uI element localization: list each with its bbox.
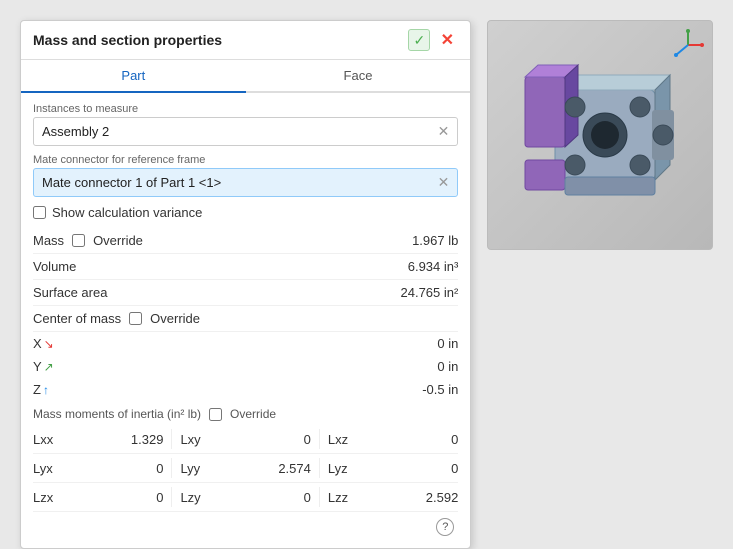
- lxz-cell: Lxz 0: [328, 432, 458, 447]
- mass-override-checkbox[interactable]: [72, 234, 85, 247]
- center-of-mass-override-label: Override: [150, 311, 200, 326]
- lxz-value: 0: [418, 432, 458, 447]
- instances-clear-icon[interactable]: ✕: [438, 123, 450, 140]
- mass-override-label: Override: [93, 233, 143, 248]
- x-row: X ↘ 0 in: [33, 332, 458, 355]
- tab-bar: Part Face: [21, 60, 470, 93]
- lxy-cell: Lxy 0: [180, 432, 310, 447]
- lyx-value: 0: [123, 461, 163, 476]
- surface-area-label: Surface area: [33, 285, 107, 300]
- volume-left: Volume: [33, 259, 153, 274]
- instances-label: Instances to measure: [33, 103, 458, 115]
- panel-title: Mass and section properties: [33, 32, 222, 48]
- inertia-lzx-row: Lzx 0 Lzy 0 Lzz 2.592: [33, 483, 458, 512]
- mass-label: Mass: [33, 233, 64, 248]
- lyy-label: Lyy: [180, 461, 208, 476]
- z-value: -0.5 in: [422, 382, 458, 397]
- lxy-value: 0: [271, 432, 311, 447]
- lzz-cell: Lzz 2.592: [328, 490, 458, 505]
- y-arrow-icon: ↗: [44, 360, 54, 374]
- x-label: X: [33, 336, 42, 351]
- center-of-mass-override-checkbox[interactable]: [129, 312, 142, 325]
- lxx-cell: Lxx 1.329: [33, 432, 163, 447]
- mass-left: Mass Override: [33, 233, 153, 248]
- surface-area-value: 24.765 in²: [401, 285, 459, 300]
- y-value: 0 in: [437, 359, 458, 374]
- inertia-override-checkbox[interactable]: [209, 408, 222, 421]
- center-of-mass-header-row: Center of mass Override: [33, 306, 458, 332]
- part-svg: [500, 35, 700, 235]
- lzy-value: 0: [271, 490, 311, 505]
- lxx-label: Lxx: [33, 432, 61, 447]
- lzx-value: 0: [123, 490, 163, 505]
- lyz-cell: Lyz 0: [328, 461, 458, 476]
- panel-content: Instances to measure Assembly 2 ✕ Mate c…: [21, 93, 470, 548]
- volume-row: Volume 6.934 in³: [33, 254, 458, 280]
- inertia-label: Mass moments of inertia (in² lb): [33, 407, 201, 421]
- z-label: Z: [33, 382, 41, 397]
- x-arrow-icon: ↘: [44, 337, 54, 351]
- lyy-value: 2.574: [271, 461, 311, 476]
- mate-connector-value: Mate connector 1 of Part 1 <1>: [42, 175, 221, 190]
- lzx-label: Lzx: [33, 490, 61, 505]
- volume-label: Volume: [33, 259, 76, 274]
- y-label: Y: [33, 359, 42, 374]
- inertia-lyx-row: Lyx 0 Lyy 2.574 Lyz 0: [33, 454, 458, 483]
- inertia-lxx-row: Lxx 1.329 Lxy 0 Lxz 0: [33, 425, 458, 454]
- x-label-group: X ↘: [33, 336, 63, 351]
- footer: ?: [33, 512, 458, 538]
- x-value: 0 in: [437, 336, 458, 351]
- mate-connector-field: Mate connector for reference frame Mate …: [33, 154, 458, 197]
- mate-connector-label: Mate connector for reference frame: [33, 154, 458, 166]
- mate-connector-value-box[interactable]: Mate connector 1 of Part 1 <1> ✕: [33, 168, 458, 197]
- mate-connector-clear-icon[interactable]: ✕: [438, 174, 450, 191]
- lzz-value: 2.592: [418, 490, 458, 505]
- z-arrow-icon: ↑: [43, 383, 49, 397]
- lyz-label: Lyz: [328, 461, 356, 476]
- y-label-group: Y ↗: [33, 359, 63, 374]
- mass-value: 1.967 lb: [412, 233, 458, 248]
- lxy-label: Lxy: [180, 432, 208, 447]
- axis-indicator: [672, 29, 702, 59]
- tab-face[interactable]: Face: [246, 60, 471, 91]
- center-of-mass-label: Center of mass: [33, 311, 121, 326]
- volume-value: 6.934 in³: [408, 259, 459, 274]
- inertia-header: Mass moments of inertia (in² lb) Overrid…: [33, 401, 458, 425]
- lxx-value: 1.329: [123, 432, 163, 447]
- lyy-cell: Lyy 2.574: [180, 461, 310, 476]
- y-row: Y ↗ 0 in: [33, 355, 458, 378]
- variance-checkbox[interactable]: [33, 206, 46, 219]
- instances-value: Assembly 2: [42, 124, 109, 139]
- variance-label: Show calculation variance: [52, 205, 202, 220]
- panel-header: Mass and section properties ✓ ✕: [21, 21, 470, 60]
- lxz-label: Lxz: [328, 432, 356, 447]
- tab-part[interactable]: Part: [21, 60, 246, 93]
- z-label-group: Z ↑: [33, 382, 63, 397]
- mass-properties-panel: Mass and section properties ✓ ✕ Part Fac…: [20, 20, 471, 549]
- surface-area-left: Surface area: [33, 285, 153, 300]
- lzz-label: Lzz: [328, 490, 356, 505]
- variance-row: Show calculation variance: [33, 205, 458, 220]
- lyx-label: Lyx: [33, 461, 61, 476]
- inertia-override-label: Override: [230, 407, 276, 421]
- surface-area-row: Surface area 24.765 in²: [33, 280, 458, 306]
- header-actions: ✓ ✕: [408, 29, 458, 51]
- center-of-mass-left: Center of mass Override: [33, 311, 200, 326]
- lzy-label: Lzy: [180, 490, 208, 505]
- instances-field: Instances to measure Assembly 2 ✕: [33, 103, 458, 146]
- instances-value-box[interactable]: Assembly 2 ✕: [33, 117, 458, 146]
- model-view: [487, 20, 713, 250]
- confirm-button[interactable]: ✓: [408, 29, 430, 51]
- lzy-cell: Lzy 0: [180, 490, 310, 505]
- lyx-cell: Lyx 0: [33, 461, 163, 476]
- lyz-value: 0: [418, 461, 458, 476]
- lzx-cell: Lzx 0: [33, 490, 163, 505]
- close-button[interactable]: ✕: [436, 29, 458, 51]
- z-row: Z ↑ -0.5 in: [33, 378, 458, 401]
- help-icon[interactable]: ?: [436, 518, 454, 536]
- mass-row: Mass Override 1.967 lb: [33, 228, 458, 254]
